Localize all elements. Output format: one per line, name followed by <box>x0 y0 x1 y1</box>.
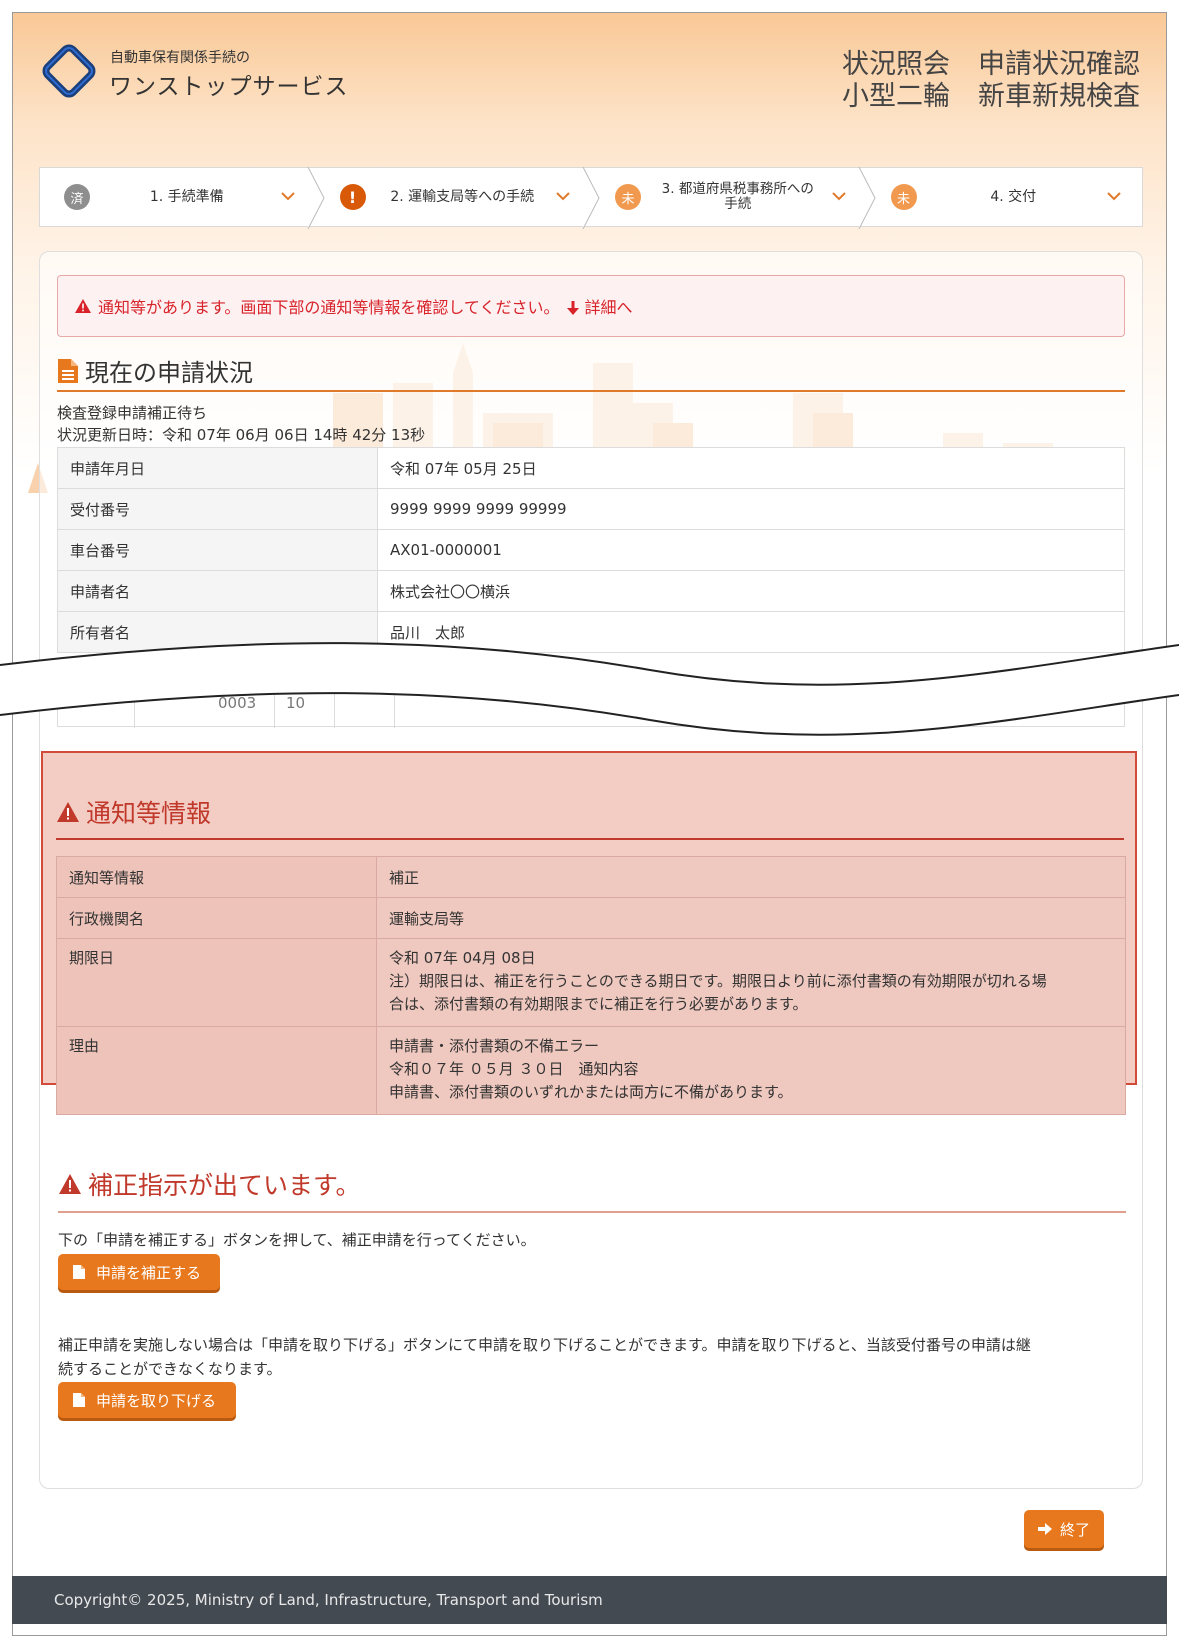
table-value: 申請書・添付書類の不備エラー 令和０７年 ０５月 ３０日 通知内容 申請書、添付… <box>376 1026 1126 1115</box>
correction-divider <box>58 1211 1126 1213</box>
deadline-note: 注）期限日は、補正を行うことのできる期日です。期限日より前に添付書類の有効期限が… <box>389 972 1047 990</box>
step-label: 4. 交付 <box>990 188 1037 205</box>
copyright: Copyright© 2025, Ministry of Land, Infra… <box>54 1591 603 1609</box>
withdraw-text-line: 補正申請を実施しない場合は「申請を取り下げる」ボタンにて申請を取り下げることがで… <box>58 1336 1031 1354</box>
table-key: 申請者名 <box>57 570 378 612</box>
step-issuance[interactable]: 未 4. 交付 <box>867 168 1143 226</box>
step-label: 1. 手続準備 <box>149 188 224 205</box>
step-separator <box>582 167 600 229</box>
step-todo-badge: 未 <box>615 184 641 210</box>
brand-subtitle: 自動車保有関係手続の <box>110 50 250 66</box>
alert-message: 通知等があります。画面下部の通知等情報を確認してください。 <box>98 298 560 317</box>
heading-vehicle-type: 小型二輪 <box>842 81 950 112</box>
reason-line: 申請書・添付書類の不備エラー <box>389 1037 600 1055</box>
step-tax-office[interactable]: 未 3. 都道府県税事務所への手続 <box>591 167 876 229</box>
table-key: 理由 <box>56 1026 377 1115</box>
correction-title: 補正指示が出ています。 <box>88 1171 361 1200</box>
step-preparation[interactable]: 済 1. 手続準備 <box>40 167 325 229</box>
table-row: 期限日 令和 07年 04月 08日 注）期限日は、補正を行うことのできる期日で… <box>56 938 1126 1027</box>
button-label: 申請を補正する <box>96 1264 202 1282</box>
table-row: 車台番号 AX01-0000001 <box>57 529 1125 571</box>
step-transport-office[interactable]: ! 2. 運輸支局等への手続 <box>316 167 600 229</box>
table-row: 申請年月日 令和 07年 05月 25日 <box>57 447 1125 489</box>
deadline-note: 合は、添付書類の有効期限までに補正を行う必要があります。 <box>389 995 808 1013</box>
table-key: 行政機関名 <box>56 897 377 939</box>
withdraw-text: 補正申請を実施しない場合は「申請を取り下げる」ボタンにて申請を取り下げることがで… <box>58 1333 1126 1381</box>
step-label: 3. 都道府県税事務所への手続 <box>661 181 814 212</box>
chevron-down-icon <box>280 192 295 201</box>
withdraw-application-button[interactable]: 申請を取り下げる <box>58 1382 236 1418</box>
deadline-date: 令和 07年 04月 08日 <box>389 949 536 967</box>
heading-procedure: 新車新規検査 <box>978 81 1140 112</box>
table-value: 令和 07年 04月 08日 注）期限日は、補正を行うことのできる期日です。期限… <box>376 938 1126 1027</box>
chevron-down-icon <box>556 192 570 201</box>
notice-table: 通知等情報 補正 行政機関名 運輸支局等 期限日 令和 07年 04月 08日 … <box>56 856 1126 1115</box>
step-todo-badge: 未 <box>890 184 917 210</box>
table-key: 受付番号 <box>57 488 378 530</box>
warning-icon <box>75 299 91 313</box>
table-row: 通知等情報 補正 <box>56 856 1126 898</box>
step-separator <box>307 167 325 229</box>
table-value: 運輸支局等 <box>376 897 1126 939</box>
arrow-down-icon <box>567 301 580 315</box>
heading-inquiry: 状況照会 <box>842 49 950 80</box>
table-row: 行政機関名 運輸支局等 <box>56 897 1126 939</box>
procedure-steps: 済 1. 手続準備 ! 2. 運輸支局等への手続 未 3. 都道府県税事務所への… <box>39 167 1143 229</box>
service-logo-icon <box>42 44 96 98</box>
detail-link[interactable]: 詳細へ <box>567 294 633 318</box>
notice-heading: 通知等情報 <box>56 794 211 830</box>
status-text: 検査登録申請補正待ち <box>57 404 208 422</box>
page-heading: 状況照会 申請状況確認 小型二輪 新車新規検査 <box>814 49 1140 113</box>
table-row: 受付番号 9999 9999 9999 99999 <box>57 488 1125 530</box>
section-divider <box>57 390 1125 392</box>
table-row: 理由 申請書・添付書類の不備エラー 令和０７年 ０５月 ３０日 通知内容 申請書… <box>56 1026 1126 1115</box>
notice-alert: 通知等があります。画面下部の通知等情報を確認してください。 詳細へ <box>57 275 1125 337</box>
application-info-table: 申請年月日 令和 07年 05月 25日 受付番号 9999 9999 9999 9… <box>57 447 1125 653</box>
brand-title: ワンストップサービス <box>109 74 349 100</box>
notice-divider <box>56 838 1124 840</box>
document-icon <box>58 358 78 383</box>
document-icon <box>73 1393 85 1407</box>
step-separator <box>858 167 876 229</box>
warning-icon <box>59 1174 81 1194</box>
exit-button[interactable]: 終了 <box>1024 1510 1104 1548</box>
table-key: 通知等情報 <box>56 856 377 898</box>
correction-heading: 補正指示が出ています。 <box>58 1166 361 1202</box>
current-status-heading: 現在の申請状況 <box>57 353 253 388</box>
footer: Copyright© 2025, Ministry of Land, Infra… <box>12 1576 1167 1624</box>
heading-status-check: 申請状況確認 <box>978 49 1140 80</box>
reason-line: 令和０７年 ０５月 ３０日 通知内容 <box>389 1060 639 1078</box>
table-value: 補正 <box>376 856 1126 898</box>
table-value: AX01-0000001 <box>377 529 1125 571</box>
step-done-badge: 済 <box>64 184 90 210</box>
table-value: 株式会社〇〇横浜 <box>377 570 1125 612</box>
table-key: 申請年月日 <box>57 447 378 489</box>
table-row: 申請者名 株式会社〇〇横浜 <box>57 570 1125 612</box>
chevron-down-icon <box>831 192 846 201</box>
table-key: 期限日 <box>56 938 377 1027</box>
status-updated: 状況更新日時：令和 07年 06月 06日 14時 42分 13秒 <box>57 426 426 444</box>
page-break-wave <box>0 642 1179 736</box>
table-value: 令和 07年 05月 25日 <box>377 447 1125 489</box>
notice-title: 通知等情報 <box>86 799 212 828</box>
button-label: 申請を取り下げる <box>96 1392 217 1410</box>
table-key: 車台番号 <box>57 529 378 571</box>
sign-out-icon <box>1037 1523 1052 1535</box>
detail-link-label: 詳細へ <box>584 298 633 317</box>
table-value: 9999 9999 9999 99999 <box>377 488 1125 530</box>
warning-icon <box>57 802 79 822</box>
reason-line: 申請書、添付書類のいずれかまたは両方に不備があります。 <box>389 1083 793 1101</box>
section-title: 現在の申請状況 <box>85 359 253 387</box>
correct-application-button[interactable]: 申請を補正する <box>58 1254 220 1290</box>
chevron-down-icon <box>1107 192 1121 201</box>
document-icon <box>73 1265 85 1279</box>
withdraw-text-line: 続することができなくなります。 <box>58 1360 282 1378</box>
step-warning-badge: ! <box>339 184 366 210</box>
correction-instruction: 下の「申請を補正する」ボタンを押して、補正申請を行ってください。 <box>58 1231 536 1249</box>
exit-label: 終了 <box>1059 1520 1090 1539</box>
step-label: 2. 運輸支局等への手続 <box>390 188 535 205</box>
